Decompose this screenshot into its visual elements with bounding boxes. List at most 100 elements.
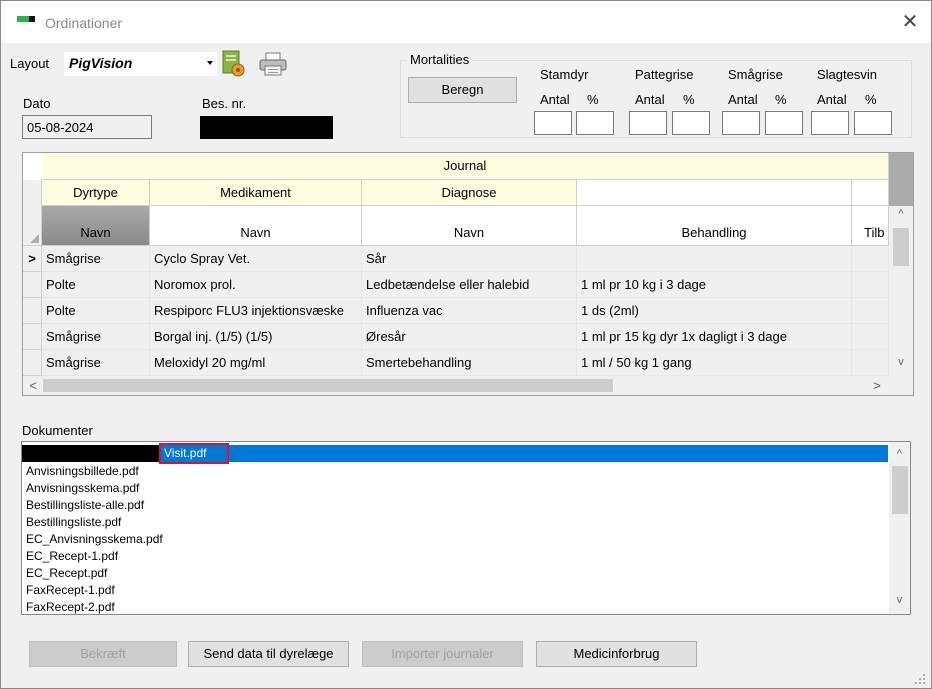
app-icon xyxy=(17,16,35,22)
table-cell[interactable] xyxy=(852,246,889,272)
mort-pct-label: % xyxy=(683,92,695,107)
table-cell[interactable]: Respiporc FLU3 injektionsvæske xyxy=(150,298,362,324)
column-header-medikament-navn[interactable]: Navn xyxy=(150,206,362,246)
settings-doc-icon[interactable] xyxy=(221,49,247,79)
table-cell[interactable]: Borgal inj. (1/5) (1/5) xyxy=(150,324,362,350)
table-cell[interactable]: Cyclo Spray Vet. xyxy=(150,246,362,272)
scroll-down-icon[interactable]: v xyxy=(889,356,913,372)
mort-antal-label: Antal xyxy=(635,92,665,107)
slagtesvin-antal-field[interactable] xyxy=(811,111,849,135)
table-cell[interactable]: 1 ml pr 10 kg i 3 dage xyxy=(577,272,852,298)
table-cell[interactable]: Meloxidyl 20 mg/ml xyxy=(150,350,362,376)
mort-group-name: Smågrise xyxy=(728,67,783,82)
list-item[interactable]: EC_Recept-1.pdf xyxy=(26,548,118,564)
mort-pct-label: % xyxy=(865,92,877,107)
row-header[interactable] xyxy=(23,298,42,324)
stamdyr-antal-field[interactable] xyxy=(534,111,572,135)
table-cell[interactable]: Influenza vac xyxy=(362,298,577,324)
table-cell[interactable]: Noromox prol. xyxy=(150,272,362,298)
table-cell[interactable]: Øresår xyxy=(362,324,577,350)
row-header[interactable] xyxy=(23,272,42,298)
scroll-up-icon[interactable]: ^ xyxy=(889,208,913,224)
smaagrise-antal-field[interactable] xyxy=(722,111,760,135)
table-cell[interactable] xyxy=(852,272,889,298)
mort-group-name: Stamdyr xyxy=(540,67,589,82)
mort-antal-label: Antal xyxy=(540,92,570,107)
resize-grip-icon[interactable] xyxy=(913,672,927,686)
scroll-down-icon[interactable]: v xyxy=(889,594,910,608)
scrollbar-thumb[interactable] xyxy=(893,228,909,266)
table-cell[interactable]: 1 ml pr 15 kg dyr 1x dagligt i 3 dage xyxy=(577,324,852,350)
list-item[interactable]: EC_Recept.pdf xyxy=(26,565,107,581)
smaagrise-pct-field[interactable] xyxy=(765,111,803,135)
table-cell[interactable] xyxy=(852,298,889,324)
mort-antal-label: Antal xyxy=(728,92,758,107)
scroll-up-icon[interactable]: ^ xyxy=(889,448,910,462)
mort-group-name: Pattegrise xyxy=(635,67,694,82)
stamdyr-pct-field[interactable] xyxy=(576,111,614,135)
list-item[interactable]: EC_Anvisningsskema.pdf xyxy=(26,531,163,547)
current-row-marker-icon[interactable]: > xyxy=(23,246,42,272)
beregn-button[interactable]: Beregn xyxy=(408,77,517,103)
table-cell[interactable]: Polte xyxy=(42,298,150,324)
besnr-field[interactable] xyxy=(200,116,333,139)
list-item[interactable]: Bestillingsliste.pdf xyxy=(26,514,121,530)
table-cell[interactable]: Smertebehandling xyxy=(362,350,577,376)
grid-horizontal-scrollbar[interactable]: < > xyxy=(23,376,889,395)
table-cell[interactable] xyxy=(577,246,852,272)
scroll-left-icon[interactable]: < xyxy=(25,378,41,393)
table-cell[interactable]: Ledbetændelse eller halebid xyxy=(362,272,577,298)
table-cell[interactable]: Smågrise xyxy=(42,350,150,376)
dato-label: Dato xyxy=(23,96,51,111)
grid-vertical-scrollbar[interactable]: ^ v xyxy=(889,206,913,376)
list-item[interactable]: FaxRecept-1.pdf xyxy=(26,582,115,598)
table-cell[interactable]: Smågrise xyxy=(42,246,150,272)
list-item[interactable]: Bestillingsliste-alle.pdf xyxy=(26,497,144,513)
column-header-tilb[interactable]: Tilb xyxy=(852,206,889,246)
table-cell[interactable]: Polte xyxy=(42,272,150,298)
window-title: Ordinationer xyxy=(45,15,123,31)
selected-file-name[interactable]: Visit.pdf xyxy=(159,443,229,464)
group-header-empty xyxy=(852,180,889,206)
row-header[interactable] xyxy=(23,350,42,376)
scroll-right-icon[interactable]: > xyxy=(869,378,885,393)
table-cell[interactable]: Smågrise xyxy=(42,324,150,350)
list-item[interactable]: Anvisningsbillede.pdf xyxy=(26,463,139,479)
list-item-selected[interactable]: Visit.pdf xyxy=(22,443,888,464)
table-cell[interactable]: Sår xyxy=(362,246,577,272)
column-header-dyrtype-navn[interactable]: Navn xyxy=(42,206,150,246)
grid-corner[interactable] xyxy=(23,180,42,246)
scroll-corner xyxy=(889,376,913,395)
row-header[interactable] xyxy=(23,324,42,350)
scrollbar-thumb[interactable] xyxy=(43,379,613,392)
group-header-empty xyxy=(577,180,852,206)
pattegrise-antal-field[interactable] xyxy=(629,111,667,135)
layout-value: PigVision xyxy=(69,55,133,71)
table-cell[interactable]: 1 ds (2ml) xyxy=(577,298,852,324)
documents-vertical-scrollbar[interactable]: ^ v xyxy=(889,442,910,614)
mort-pct-label: % xyxy=(587,92,599,107)
list-item[interactable]: Anvisningsskema.pdf xyxy=(26,480,139,496)
send-data-button[interactable]: Send data til dyrelæge xyxy=(188,641,349,667)
scrollbar-thumb[interactable] xyxy=(892,466,908,514)
journal-grid[interactable]: Journal Dyrtype Medikament Diagnose Navn… xyxy=(22,152,914,396)
pattegrise-pct-field[interactable] xyxy=(672,111,710,135)
printer-icon[interactable] xyxy=(258,51,288,77)
bekraeft-button[interactable]: Bekræft xyxy=(29,641,177,667)
table-cell[interactable] xyxy=(852,324,889,350)
close-icon[interactable]: ✕ xyxy=(899,11,921,33)
list-item[interactable]: FaxRecept-2.pdf xyxy=(26,599,115,614)
title-bar: Ordinationer ✕ xyxy=(1,1,931,43)
group-header-diagnose: Diagnose xyxy=(362,180,577,206)
medicinforbrug-button[interactable]: Medicinforbrug xyxy=(536,641,697,667)
table-cell[interactable] xyxy=(852,350,889,376)
column-header-diagnose-navn[interactable]: Navn xyxy=(362,206,577,246)
column-header-behandling[interactable]: Behandling xyxy=(577,206,852,246)
slagtesvin-pct-field[interactable] xyxy=(854,111,892,135)
dato-field[interactable]: 05-08-2024 xyxy=(22,115,152,139)
importer-journaler-button[interactable]: Importer journaler xyxy=(362,641,523,667)
journal-band-header: Journal xyxy=(42,153,889,180)
table-cell[interactable]: 1 ml / 50 kg 1 gang xyxy=(577,350,852,376)
layout-select[interactable]: PigVision xyxy=(64,52,217,76)
documents-list[interactable]: Visit.pdf Anvisningsbillede.pdf Anvisnin… xyxy=(21,441,911,615)
